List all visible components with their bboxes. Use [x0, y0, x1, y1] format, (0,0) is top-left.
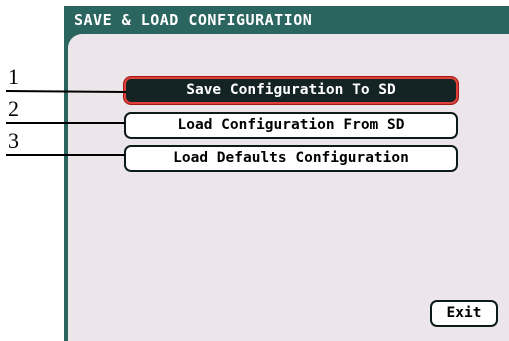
callout-line-3: [6, 154, 125, 156]
load-defaults-config-button[interactable]: Load Defaults Configuration: [124, 145, 458, 172]
exit-button[interactable]: Exit: [430, 300, 498, 327]
screen-title: SAVE & LOAD CONFIGURATION: [74, 11, 313, 29]
save-config-to-sd-button[interactable]: Save Configuration To SD: [124, 77, 458, 104]
load-config-from-sd-button[interactable]: Load Configuration From SD: [124, 112, 458, 139]
callout-number-2: 2: [8, 96, 19, 121]
callout-number-1: 1: [8, 64, 19, 89]
callout-number-3: 3: [8, 128, 19, 153]
callout-line-2: [6, 122, 125, 124]
